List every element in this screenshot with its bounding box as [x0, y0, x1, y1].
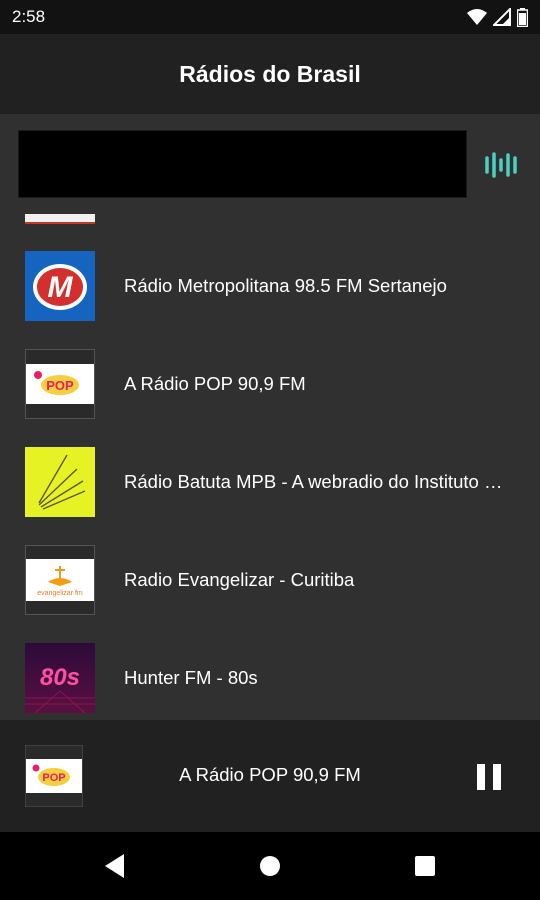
metropolitana-logo: M: [25, 251, 95, 321]
now-playing-logo-text: POP: [42, 772, 65, 784]
search-row: [0, 114, 540, 214]
app-bar: Rádios do Brasil: [0, 34, 540, 114]
station-title: A Rádio POP 90,9 FM: [124, 373, 306, 394]
status-time: 2:58: [12, 7, 46, 26]
station-title: Rádio Batuta MPB - A webradio do Institu…: [124, 471, 512, 492]
batuta-logo: [25, 447, 95, 517]
station-item[interactable]: M Rádio Metropolitana 98.5 FM Sertanejo: [0, 237, 540, 335]
battery-icon: [517, 7, 528, 27]
status-bar: 2:58: [0, 0, 540, 34]
station-title: Radio Evangelizar - Curitiba: [124, 569, 355, 590]
station-item[interactable]: POP A Rádio POP 90,9 FM: [0, 335, 540, 433]
hunter-80s-logo: 80s: [25, 643, 95, 713]
app-title: Rádios do Brasil: [179, 60, 361, 87]
signal-icon: [493, 8, 511, 26]
hunter-80s-logo-text: 80s: [40, 664, 80, 691]
back-icon[interactable]: [104, 853, 126, 879]
status-icons: [467, 7, 528, 27]
now-playing-title: A Rádio POP 90,9 FM: [179, 764, 361, 785]
partial-station-logo: [25, 214, 95, 224]
evangelizar-logo: evangelizar fm: [25, 545, 95, 615]
search-input[interactable]: [18, 130, 467, 198]
station-item[interactable]: evangelizar fm Radio Evangelizar - Curit…: [0, 531, 540, 629]
metropolitana-logo-text: M: [48, 271, 74, 304]
now-playing-logo: POP: [25, 745, 83, 807]
station-item[interactable]: Rádio Batuta MPB - A webradio do Institu…: [0, 433, 540, 531]
navigation-bar: [0, 832, 540, 900]
station-list[interactable]: M Rádio Metropolitana 98.5 FM Sertanejo …: [0, 214, 540, 720]
audio-wave-icon[interactable]: [484, 152, 520, 178]
station-title: Rádio Metropolitana 98.5 FM Sertanejo: [124, 275, 447, 296]
pause-icon[interactable]: [474, 762, 504, 792]
radio-pop-logo: POP: [25, 349, 95, 419]
evangelizar-logo-text: evangelizar fm: [37, 590, 83, 597]
radio-pop-logo-text: POP: [46, 378, 74, 393]
wifi-icon: [467, 9, 487, 25]
recents-icon[interactable]: [415, 856, 435, 876]
now-playing-bar[interactable]: POP A Rádio POP 90,9 FM: [0, 720, 540, 832]
station-item[interactable]: 80s Hunter FM - 80s: [0, 629, 540, 720]
home-icon[interactable]: [259, 855, 281, 877]
station-title: Hunter FM - 80s: [124, 667, 258, 688]
